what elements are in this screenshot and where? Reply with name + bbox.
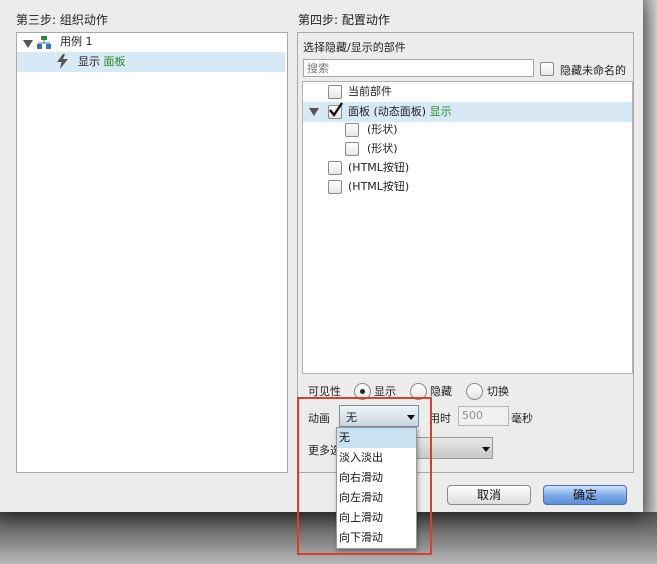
toggle-radio-label: 切换 (487, 385, 509, 398)
ok-button[interactable]: 确定 (543, 485, 627, 505)
configure-action-panel: 选择隐藏/显示的部件 隐藏未命名的 当前部件 面板 (动态面板) 显示 (形状) (297, 32, 634, 473)
show-radio[interactable] (354, 383, 371, 400)
toggle-radio[interactable] (466, 383, 483, 400)
html-button1-label: (HTML按钮) (348, 161, 410, 174)
animation-selected: 无 (346, 411, 357, 424)
action-prefix: 显示 (78, 55, 100, 68)
hide-radio-label: 隐藏 (430, 385, 452, 398)
shape1-label: (形状) (367, 123, 398, 136)
duration-unit: 毫秒 (511, 412, 533, 425)
case-editor-dialog: 第三步: 组织动作 用例 1 显示 面板 第四步: 配置动作 选择隐藏/显示的部 (0, 0, 643, 512)
html-button2-label: (HTML按钮) (348, 180, 410, 193)
chevron-down-icon (482, 447, 490, 452)
animation-option-fade[interactable]: 淡入淡出 (337, 448, 416, 468)
expand-triangle-icon[interactable] (23, 40, 33, 48)
widget-search-input[interactable] (303, 59, 534, 77)
animation-option-slide-right[interactable]: 向右滑动 (337, 468, 416, 488)
collapse-triangle-icon[interactable] (309, 108, 319, 116)
show-radio-label: 显示 (374, 385, 396, 398)
shape2-checkbox[interactable] (345, 142, 359, 156)
current-widget-checkbox[interactable] (328, 85, 342, 99)
background-window-edge (643, 0, 657, 512)
panel-action: 显示 (429, 105, 452, 118)
animation-option-slide-down[interactable]: 向下滑动 (337, 528, 416, 548)
widget-tree: 当前部件 面板 (动态面板) 显示 (形状) (形状) (HTML按钮) (HT… (302, 81, 633, 374)
hide-radio[interactable] (410, 383, 427, 400)
html-button2-checkbox[interactable] (328, 180, 342, 194)
chevron-down-icon (407, 415, 415, 420)
action-text: 显示 面板 (78, 53, 126, 71)
duration-input[interactable]: 500 (458, 406, 509, 426)
action-target: 面板 (103, 55, 126, 68)
case-tree-icon (37, 36, 51, 49)
animation-select[interactable]: 无 (339, 405, 419, 427)
animation-option-slide-left[interactable]: 向左滑动 (337, 488, 416, 508)
panel-row-text: 面板 (动态面板) 显示 (348, 103, 452, 121)
animation-label: 动画 (308, 412, 330, 425)
desktop-background (0, 512, 657, 564)
visibility-label: 可见性 (308, 385, 341, 398)
step3-title: 第三步: 组织动作 (16, 13, 108, 27)
action-organizer-panel: 用例 1 显示 面板 (16, 32, 288, 473)
lightning-icon (57, 54, 68, 69)
case-label[interactable]: 用例 1 (60, 33, 93, 51)
step4-title: 第四步: 配置动作 (298, 13, 390, 27)
checkmark-icon (326, 101, 344, 119)
hide-unnamed-checkbox[interactable] (540, 62, 554, 76)
select-widgets-label: 选择隐藏/显示的部件 (303, 41, 406, 54)
cancel-button[interactable]: 取消 (447, 485, 531, 505)
animation-option-slide-up[interactable]: 向上滑动 (337, 508, 416, 528)
panel-name: 面板 (动态面板) (348, 105, 427, 118)
animation-option-none[interactable]: 无 (337, 428, 416, 448)
hide-unnamed-label: 隐藏未命名的 (560, 64, 626, 77)
shape1-checkbox[interactable] (345, 123, 359, 137)
duration-label: 用时 (429, 412, 451, 425)
panel-row[interactable]: 面板 (动态面板) 显示 (303, 102, 632, 122)
html-button1-checkbox[interactable] (328, 161, 342, 175)
animation-dropdown-list: 无 淡入淡出 向右滑动 向左滑动 向上滑动 向下滑动 (336, 427, 417, 549)
action-row[interactable]: 显示 面板 (17, 52, 285, 72)
shape2-label: (形状) (367, 142, 398, 155)
current-widget-label: 当前部件 (348, 85, 392, 98)
